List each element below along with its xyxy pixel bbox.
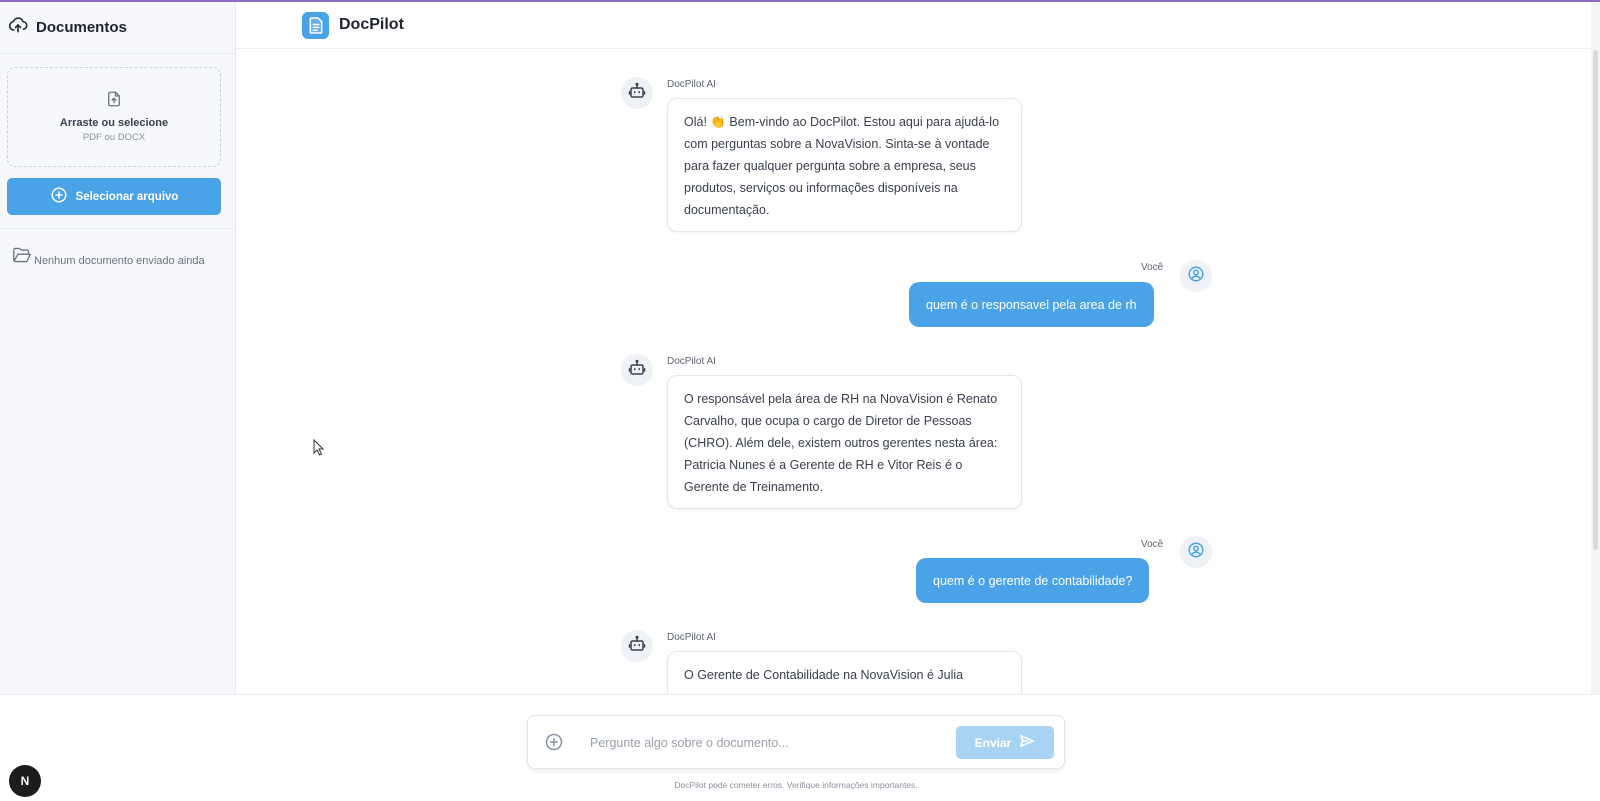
bot-avatar [621,630,653,662]
bot-avatar [621,77,653,109]
sidebar: Documentos Arraste ou selecione PDF ou D… [0,2,236,694]
cloud-upload-icon [8,15,28,40]
dropzone-title: Arraste ou selecione [59,117,169,129]
message-composer: Enviar [527,715,1065,769]
app-header: DocPilot [236,2,1600,49]
robot-icon [628,82,646,105]
message-sender: DocPilot AI [667,356,716,367]
sidebar-header: Documentos [0,2,235,54]
send-arrow-icon [1019,734,1035,751]
attach-plus-icon[interactable] [544,732,564,757]
dev-tools-badge[interactable]: N [9,765,41,797]
sidebar-title: Documentos [36,19,127,36]
robot-icon [628,359,646,382]
empty-documents-message: Nenhum documento enviado ainda [12,246,205,267]
sidebar-divider [0,228,236,229]
document-logo-icon [302,11,329,39]
robot-icon [628,635,646,658]
plus-circle-icon [50,186,68,207]
bot-avatar [621,354,653,386]
file-upload-icon [105,90,123,113]
brand-name: DocPilot [339,16,404,33]
message-input[interactable] [590,730,920,756]
folder-open-icon [12,246,32,267]
user-message: quem é o responsavel pela area de rh [909,282,1154,327]
dropzone-subtitle: PDF ou DOCX [82,132,146,143]
file-dropzone[interactable]: Arraste ou selecione PDF ou DOCX [7,67,221,167]
user-avatar [1180,536,1212,568]
user-avatar [1180,260,1212,292]
mouse-cursor-icon [313,438,325,461]
select-file-button[interactable]: Selecionar arquivo [7,178,221,215]
send-label: Enviar [974,735,1012,750]
message-sender: DocPilot AI [667,79,716,90]
message-sender: DocPilot AI [667,632,716,643]
empty-documents-label: Nenhum documento enviado ainda [34,255,205,267]
bot-message: Olá! 👏 Bem-vindo ao DocPilot. Estou aqui… [667,98,1022,232]
send-button[interactable]: Enviar [956,726,1054,759]
message-sender: Você [1141,539,1164,550]
bot-message: O responsável pela área de RH na NovaVis… [667,375,1022,509]
user-message: quem é o gerente de contabilidade? [916,558,1150,603]
user-circle-icon [1187,265,1205,288]
scrollbar-thumb[interactable] [1593,50,1598,550]
message-sender: Você [1141,262,1164,273]
disclaimer-text: DocPilot pode cometer erros. Verifique i… [674,780,918,790]
select-file-label: Selecionar arquivo [75,190,179,203]
user-circle-icon [1187,541,1205,564]
